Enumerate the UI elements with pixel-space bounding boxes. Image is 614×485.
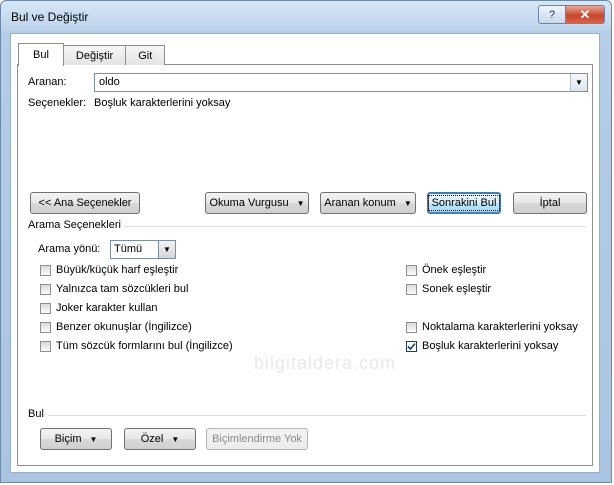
- no-formatting-button[interactable]: Biçimlendirme Yok: [206, 428, 308, 450]
- search-direction-value: Tümü: [114, 243, 143, 255]
- options-label: Seçenekler:: [28, 97, 87, 109]
- find-next-button[interactable]: Sonrakini Bul: [427, 192, 501, 214]
- tab-goto-label: Git: [138, 49, 153, 62]
- ignore-whitespace-label: Boşluk karakterlerini yoksay: [422, 340, 559, 352]
- help-icon: ?: [548, 8, 556, 21]
- search-options-heading: Arama Seçenekleri: [28, 219, 121, 231]
- format-label: Biçim: [54, 433, 82, 445]
- help-button[interactable]: ?: [538, 5, 566, 24]
- cancel-button[interactable]: İptal: [513, 192, 587, 214]
- ignore-whitespace-checkbox[interactable]: [406, 341, 417, 352]
- less-options-label: << Ana Seçenekler: [38, 197, 132, 209]
- dropdown-arrow-icon: ▼: [296, 198, 305, 208]
- chevron-down-icon[interactable]: ▼: [158, 241, 175, 258]
- ignore-punctuation-checkbox[interactable]: [406, 322, 417, 333]
- match-case-checkbox[interactable]: [40, 265, 51, 276]
- find-next-label: Sonrakini Bul: [427, 195, 501, 211]
- tab-find[interactable]: Bul: [18, 43, 64, 66]
- window-title: Bul ve Değiştir: [11, 10, 89, 24]
- dropdown-arrow-icon: ▼: [171, 434, 180, 444]
- reading-highlight-button[interactable]: Okuma Vurgusu ▼: [205, 192, 309, 214]
- wildcards-checkbox[interactable]: [40, 303, 51, 314]
- watermark: bilgitaldera.com: [254, 353, 397, 373]
- tab-find-label: Bul: [33, 49, 49, 61]
- wildcards-label: Joker karakter kullan: [56, 302, 158, 314]
- find-what-value: oldo: [99, 76, 120, 88]
- match-suffix-label: Sonek eşleştir: [422, 283, 492, 295]
- special-label: Özel: [140, 433, 164, 445]
- no-formatting-label: Biçimlendirme Yok: [212, 433, 302, 445]
- ignore-punctuation-label: Noktalama karakterlerini yoksay: [422, 321, 578, 333]
- dropdown-arrow-icon: ▼: [403, 198, 412, 208]
- find-in-button[interactable]: Aranan konum ▼: [320, 192, 416, 214]
- tab-replace[interactable]: Değiştir: [62, 45, 127, 65]
- search-options-divider: [124, 226, 586, 227]
- options-value: Boşluk karakterlerini yoksay: [94, 97, 231, 109]
- find-section-heading: Bul: [28, 408, 44, 420]
- chevron-down-icon[interactable]: ▼: [570, 74, 587, 91]
- find-what-combobox[interactable]: oldo ▼: [94, 73, 588, 92]
- close-icon: ✕: [579, 6, 591, 22]
- tab-strip: Bul Değiştir Git: [18, 43, 166, 66]
- search-direction-select[interactable]: Tümü ▼: [110, 240, 176, 259]
- match-case-label: Büyük/küçük harf eşleştir: [56, 264, 179, 276]
- find-what-label: Aranan:: [28, 76, 67, 88]
- format-button[interactable]: Biçim ▼: [40, 428, 112, 450]
- less-options-button[interactable]: << Ana Seçenekler: [30, 192, 140, 214]
- match-prefix-label: Önek eşleştir: [422, 264, 487, 276]
- dropdown-arrow-icon: ▼: [89, 434, 98, 444]
- checkmark-icon: [407, 342, 416, 351]
- special-button[interactable]: Özel ▼: [124, 428, 196, 450]
- match-prefix-checkbox[interactable]: [406, 265, 417, 276]
- title-bar: Bul ve Değiştir ? ✕: [1, 1, 611, 31]
- all-word-forms-checkbox[interactable]: [40, 341, 51, 352]
- match-suffix-checkbox[interactable]: [406, 284, 417, 295]
- search-direction-label: Arama yönü:: [38, 243, 101, 255]
- close-button[interactable]: ✕: [565, 5, 605, 24]
- cancel-label: İptal: [539, 197, 561, 209]
- whole-words-checkbox[interactable]: [40, 284, 51, 295]
- tab-replace-label: Değiştir: [75, 49, 114, 62]
- all-word-forms-label: Tüm sözcük formlarını bul (İngilizce): [56, 340, 233, 352]
- sounds-like-label: Benzer okunuşlar (İngilizce): [56, 321, 192, 333]
- find-in-label: Aranan konum: [324, 197, 396, 209]
- tab-goto[interactable]: Git: [125, 45, 166, 65]
- find-section-divider: [48, 415, 586, 416]
- reading-highlight-label: Okuma Vurgusu: [209, 197, 289, 209]
- whole-words-label: Yalnızca tam sözcükleri bul: [56, 283, 189, 295]
- sounds-like-checkbox[interactable]: [40, 322, 51, 333]
